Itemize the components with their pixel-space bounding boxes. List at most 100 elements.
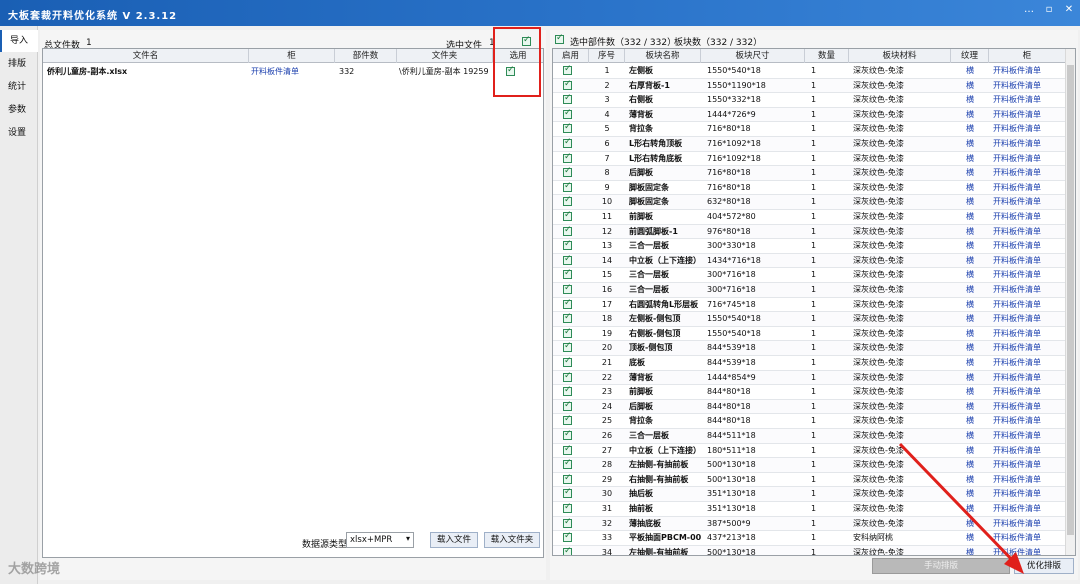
row-enable-checkbox[interactable] [563, 181, 572, 192]
row-enable-checkbox[interactable] [563, 327, 572, 338]
row-enable-checkbox[interactable] [563, 79, 572, 90]
table-row[interactable]: 7 L形右转角底板 716*1092*18 1 深灰纹色-免漆 横开料板件清单 [553, 152, 1065, 167]
row-cabinet[interactable]: 开料板件清单 [993, 400, 1065, 414]
row-enable-checkbox[interactable] [563, 444, 572, 455]
col-cabinet[interactable]: 柜 [989, 49, 1065, 63]
table-row[interactable]: 2 右厚背板-1 1550*1190*18 1 深灰纹色-免漆 横开料板件清单 [553, 78, 1065, 94]
sidebar-item-layout[interactable]: 排版 [0, 53, 38, 75]
row-cabinet[interactable]: 开料板件清单 [993, 239, 1065, 253]
col-plate-size[interactable]: 板块尺寸 [701, 49, 805, 63]
table-row[interactable]: 4 薄背板 1444*726*9 1 深灰纹色-免漆 横开料板件清单 [553, 107, 1065, 123]
sidebar-item-import[interactable]: 导入 [0, 30, 38, 52]
row-enable-checkbox[interactable] [563, 371, 572, 382]
table-row[interactable]: 20 顶板-侧包顶 844*539*18 1 深灰纹色-免漆 横开料板件清单 [553, 341, 1065, 356]
row-cabinet[interactable]: 开料板件清单 [993, 254, 1065, 268]
row-cabinet[interactable]: 开料板件清单 [993, 414, 1065, 428]
col-plate-name[interactable]: 板块名称 [625, 49, 701, 63]
row-grain[interactable]: 横 [951, 385, 989, 399]
row-enable-checkbox[interactable] [563, 414, 572, 426]
row-grain[interactable]: 横 [951, 268, 989, 282]
row-enable-checkbox[interactable] [563, 268, 572, 280]
sidebar-item-settings[interactable]: 设置 [0, 122, 38, 144]
row-grain[interactable]: 横 [951, 195, 989, 209]
table-row[interactable]: 13 三合一层板 300*330*18 1 深灰纹色-免漆 横开料板件清单 [553, 239, 1065, 254]
row-enable-checkbox[interactable] [563, 517, 572, 528]
row-enable-checkbox[interactable] [563, 298, 572, 309]
row-enable-checkbox[interactable] [563, 458, 572, 470]
row-enable-checkbox[interactable] [563, 254, 572, 265]
row-enable-checkbox[interactable] [563, 122, 572, 134]
row-grain[interactable]: 横 [951, 166, 989, 180]
row-grain[interactable]: 横 [951, 371, 989, 385]
row-enable-checkbox[interactable] [563, 210, 572, 221]
parts-scrollbar[interactable] [1065, 49, 1075, 555]
table-row[interactable]: 17 右圆弧转角L形层板 716*745*18 1 深灰纹色-免漆 横开料板件清单 [553, 298, 1065, 313]
col-index[interactable]: 序号 [589, 49, 625, 63]
row-cabinet[interactable]: 开料板件清单 [993, 93, 1065, 107]
row-enable-checkbox[interactable] [563, 341, 572, 353]
row-cabinet[interactable]: 开料板件清单 [993, 341, 1065, 355]
row-cabinet[interactable]: 开料板件清单 [993, 166, 1065, 180]
row-grain[interactable]: 横 [951, 298, 989, 312]
table-row[interactable]: 16 三合一层板 300*716*18 1 深灰纹色-免漆 横开料板件清单 [553, 283, 1065, 298]
table-row[interactable]: 15 三合一层板 300*716*18 1 深灰纹色-免漆 横开料板件清单 [553, 268, 1065, 283]
row-enable-checkbox[interactable] [563, 93, 572, 105]
row-enable-checkbox[interactable] [563, 502, 572, 513]
row-enable-checkbox[interactable] [563, 166, 572, 178]
row-grain[interactable]: 横 [951, 414, 989, 428]
table-row[interactable]: 6 L形右转角顶板 716*1092*18 1 深灰纹色-免漆 横开料板件清单 [553, 137, 1065, 152]
row-grain[interactable]: 横 [951, 239, 989, 253]
row-enable-checkbox[interactable] [563, 64, 572, 75]
row-cabinet[interactable]: 开料板件清单 [993, 371, 1065, 385]
row-enable-checkbox[interactable] [563, 487, 572, 499]
row-cabinet[interactable]: 开料板件清单 [993, 108, 1065, 122]
col-grain[interactable]: 纹理 [951, 49, 989, 63]
table-row[interactable]: 22 薄背板 1444*854*9 1 深灰纹色-免漆 横开料板件清单 [553, 370, 1065, 386]
row-cabinet[interactable]: 开料板件清单 [993, 181, 1065, 195]
col-filename[interactable]: 文件名 [43, 49, 249, 63]
row-cabinet[interactable]: 开料板件清单 [993, 312, 1065, 326]
row-cabinet[interactable]: 开料板件清单 [993, 122, 1065, 136]
table-row[interactable]: 24 后脚板 844*80*18 1 深灰纹色-免漆 横开料板件清单 [553, 399, 1065, 415]
row-grain[interactable]: 横 [951, 64, 989, 78]
table-row[interactable]: 8 后脚板 716*80*18 1 深灰纹色-免漆 横开料板件清单 [553, 166, 1065, 181]
row-enable-checkbox[interactable] [563, 356, 572, 367]
table-row[interactable]: 12 前圆弧脚板-1 976*80*18 1 深灰纹色-免漆 横开料板件清单 [553, 224, 1065, 240]
row-grain[interactable]: 横 [951, 93, 989, 107]
row-grain[interactable]: 横 [951, 283, 989, 297]
row-grain[interactable]: 横 [951, 225, 989, 239]
row-grain[interactable]: 横 [951, 327, 989, 341]
table-row[interactable]: 23 前脚板 844*80*18 1 深灰纹色-免漆 横开料板件清单 [553, 385, 1065, 400]
table-row[interactable]: 11 前脚板 404*572*80 1 深灰纹色-免漆 横开料板件清单 [553, 210, 1065, 225]
row-grain[interactable]: 横 [951, 210, 989, 224]
load-file-button[interactable]: 载入文件 [430, 532, 478, 548]
row-cabinet[interactable]: 开料板件清单 [993, 356, 1065, 370]
row-grain[interactable]: 横 [951, 312, 989, 326]
row-cabinet[interactable]: 开料板件清单 [993, 79, 1065, 93]
col-cabinet[interactable]: 柜 [249, 49, 335, 63]
table-row[interactable]: 1 左侧板 1550*540*18 1 深灰纹色-免漆 横开料板件清单 [553, 64, 1065, 79]
row-cabinet[interactable]: 开料板件清单 [993, 210, 1065, 224]
table-row[interactable]: 5 背拉条 716*80*18 1 深灰纹色-免漆 横开料板件清单 [553, 122, 1065, 137]
row-cabinet[interactable]: 开料板件清单 [993, 385, 1065, 399]
table-row[interactable]: 3 右侧板 1550*332*18 1 深灰纹色-免漆 横开料板件清单 [553, 93, 1065, 108]
row-cabinet[interactable]: 开料板件清单 [993, 225, 1065, 239]
table-row[interactable]: 25 背拉条 844*80*18 1 深灰纹色-免漆 横开料板件清单 [553, 414, 1065, 429]
row-enable-checkbox[interactable] [563, 152, 572, 163]
row-grain[interactable]: 横 [951, 152, 989, 166]
file-cabinet[interactable]: 开料板件清单 [251, 65, 335, 79]
select-all-parts-checkbox[interactable] [555, 33, 564, 44]
row-enable-checkbox[interactable] [563, 283, 572, 294]
row-grain[interactable]: 横 [951, 356, 989, 370]
row-enable-checkbox[interactable] [563, 473, 572, 484]
col-parts[interactable]: 部件数 [335, 49, 397, 63]
row-grain[interactable]: 横 [951, 108, 989, 122]
row-enable-checkbox[interactable] [563, 429, 572, 440]
row-cabinet[interactable]: 开料板件清单 [993, 283, 1065, 297]
col-material[interactable]: 板块材料 [849, 49, 951, 63]
row-cabinet[interactable]: 开料板件清单 [993, 327, 1065, 341]
table-row[interactable]: 侨利儿童房-副本.xlsx 开料板件清单 332 \侨利儿童房-副本 19259 [43, 65, 543, 79]
row-cabinet[interactable]: 开料板件清单 [993, 64, 1065, 78]
row-enable-checkbox[interactable] [563, 108, 572, 119]
table-row[interactable]: 21 底板 844*539*18 1 深灰纹色-免漆 横开料板件清单 [553, 356, 1065, 371]
